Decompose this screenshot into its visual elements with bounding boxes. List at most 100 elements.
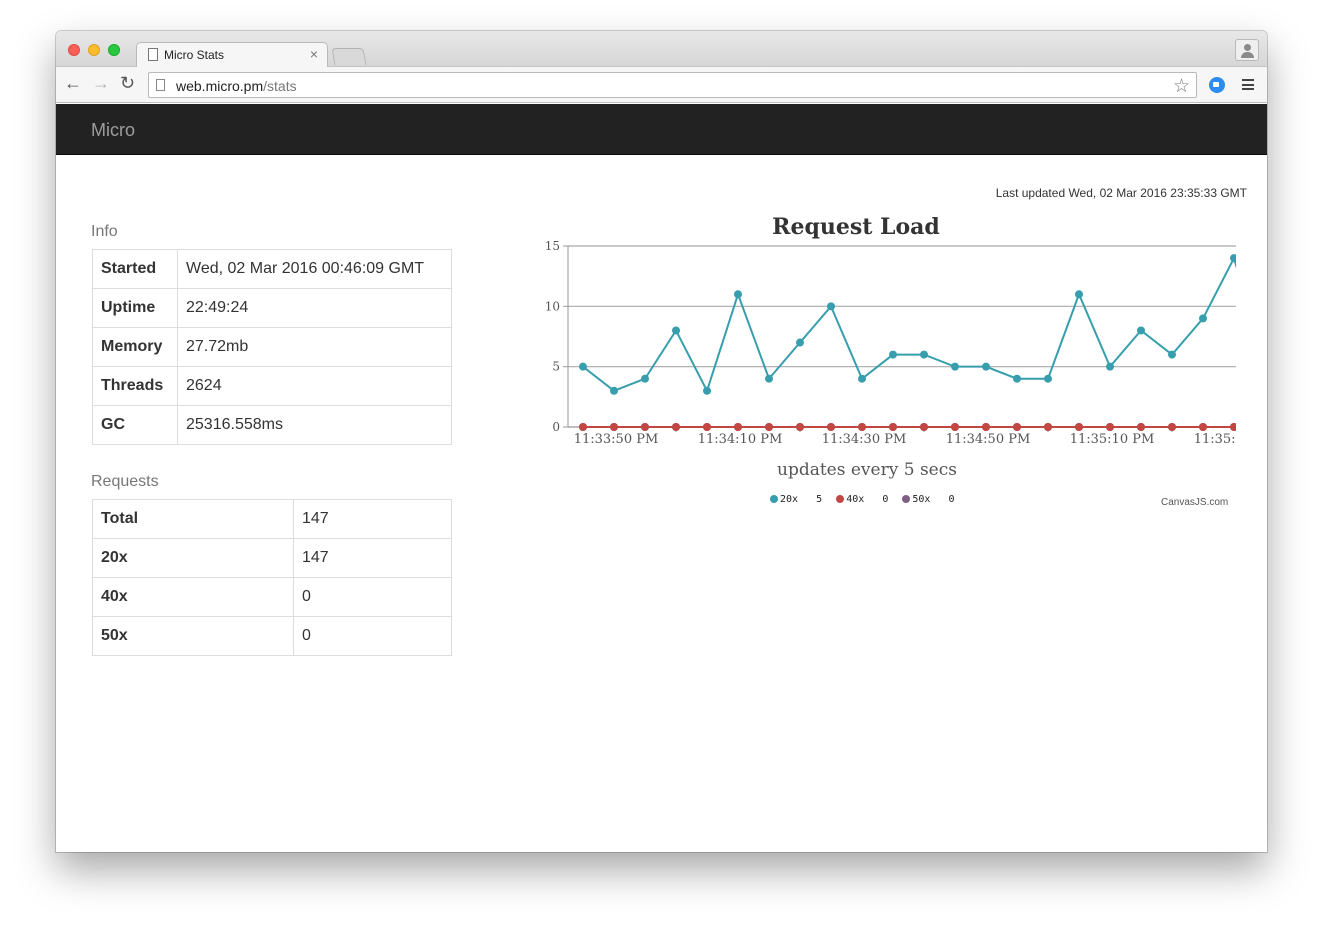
brand-link[interactable]: Micro [91, 120, 135, 141]
canvasjs-credit-link[interactable]: CanvasJS.com [1161, 497, 1228, 508]
data-point-20x [1230, 254, 1236, 263]
browser-window: Micro Stats × ← → ↻ web.micro.pm/stats ☆… [56, 31, 1267, 852]
info-key: Started [92, 249, 178, 289]
maximize-window-button[interactable] [108, 44, 120, 56]
info-key: Threads [92, 366, 178, 406]
browser-toolbar: ← → ↻ web.micro.pm/stats ☆ [56, 67, 1267, 103]
legend-marker [902, 495, 911, 503]
x-tick-label: 11:35:10 PM [1070, 432, 1155, 447]
table-row: 20x 147 [92, 538, 452, 578]
browser-titlebar: Micro Stats × [56, 31, 1267, 68]
data-point-40x [920, 423, 928, 431]
data-point-20x [734, 290, 742, 299]
data-point-20x [703, 386, 711, 395]
info-key: GC [92, 405, 178, 445]
data-point-40x [765, 423, 773, 431]
data-point-40x [1044, 423, 1052, 431]
top-navbar: Micro [56, 104, 1267, 155]
table-row: Total 147 [92, 499, 452, 539]
table-row: Started Wed, 02 Mar 2016 00:46:09 GMT [92, 249, 452, 289]
extension-icon[interactable] [1209, 77, 1225, 93]
data-point-20x [641, 374, 649, 383]
url-text[interactable]: web.micro.pm/stats [176, 78, 297, 94]
data-point-20x [1199, 314, 1207, 323]
data-point-20x [765, 374, 773, 383]
data-point-20x [858, 374, 866, 383]
user-icon [1244, 44, 1251, 51]
chart-legend: 20x 5 40x 0 50x 0 [770, 494, 963, 505]
y-tick-label: 5 [552, 360, 560, 374]
info-key: Uptime [92, 288, 178, 328]
info-value: Wed, 02 Mar 2016 00:46:09 GMT [177, 249, 452, 289]
data-point-20x [610, 386, 618, 395]
info-value: 27.72mb [177, 327, 452, 367]
x-tick-label: 11:34:30 PM [822, 432, 907, 447]
data-point-40x [1137, 423, 1145, 431]
profile-button[interactable] [1235, 39, 1259, 61]
data-point-20x [1106, 362, 1114, 371]
data-point-40x [1075, 423, 1083, 431]
back-arrow-icon[interactable]: ← [64, 73, 82, 94]
data-point-40x [734, 423, 742, 431]
x-tick-label: 11:34:50 PM [946, 432, 1031, 447]
table-row: 50x 0 [92, 616, 452, 656]
minimize-window-button[interactable] [88, 44, 100, 56]
requests-value: 0 [293, 577, 452, 617]
close-window-button[interactable] [68, 44, 80, 56]
info-value: 25316.558ms [177, 405, 452, 445]
info-heading: Info [91, 223, 118, 240]
data-point-20x [920, 350, 928, 359]
requests-key: Total [92, 499, 294, 539]
data-point-20x [1137, 326, 1145, 335]
data-point-20x [1044, 374, 1052, 383]
browser-tab[interactable]: Micro Stats × [136, 42, 328, 68]
reload-icon[interactable]: ↻ [120, 73, 135, 94]
data-point-40x [889, 423, 897, 431]
requests-key: 40x [92, 577, 294, 617]
data-point-40x [579, 423, 587, 431]
data-point-20x [1075, 290, 1083, 299]
data-point-40x [1230, 423, 1236, 431]
table-row: Threads 2624 [92, 366, 452, 406]
data-point-20x [889, 350, 897, 359]
new-tab-button[interactable] [331, 48, 367, 65]
x-tick-label: 11:33:50 PM [574, 432, 659, 447]
series-line-20x [582, 255, 1236, 394]
x-axis-title: updates every 5 secs [777, 460, 957, 480]
bookmark-star-icon[interactable]: ☆ [1173, 75, 1190, 98]
page-icon [148, 48, 158, 61]
address-bar[interactable]: web.micro.pm/stats ☆ [148, 72, 1197, 98]
info-value: 2624 [177, 366, 452, 406]
data-point-20x [796, 338, 804, 347]
table-row: Memory 27.72mb [92, 327, 452, 367]
data-point-20x [827, 302, 835, 311]
tab-title: Micro Stats [164, 48, 225, 62]
data-point-40x [827, 423, 835, 431]
data-point-20x [672, 326, 680, 335]
data-point-40x [672, 423, 680, 431]
legend-marker [770, 495, 778, 503]
data-point-20x [579, 362, 587, 371]
data-point-40x [1168, 423, 1176, 431]
data-point-40x [982, 423, 990, 431]
x-tick-label: 11:35:30 PM [1194, 432, 1236, 447]
legend-item-20x[interactable]: 20x 5 [770, 494, 822, 505]
data-point-40x [1199, 423, 1207, 431]
last-updated-text: Last updated Wed, 02 Mar 2016 23:35:33 G… [995, 186, 1247, 200]
legend-item-50x[interactable]: 50x 0 [902, 494, 955, 505]
table-row: Uptime 22:49:24 [92, 288, 452, 328]
info-value: 22:49:24 [177, 288, 452, 328]
page-content: Micro Last updated Wed, 02 Mar 2016 23:3… [56, 104, 1267, 852]
requests-value: 147 [293, 538, 452, 578]
info-key: Memory [92, 327, 178, 367]
data-point-20x [951, 362, 959, 371]
requests-key: 20x [92, 538, 294, 578]
data-point-40x [641, 423, 649, 431]
requests-heading: Requests [91, 473, 159, 490]
data-point-40x [796, 423, 804, 431]
hamburger-menu-icon[interactable] [1242, 79, 1254, 90]
forward-arrow-icon[interactable]: → [92, 73, 110, 94]
data-point-40x [703, 423, 711, 431]
legend-item-40x[interactable]: 40x 0 [836, 494, 888, 505]
close-tab-icon[interactable]: × [310, 46, 318, 62]
